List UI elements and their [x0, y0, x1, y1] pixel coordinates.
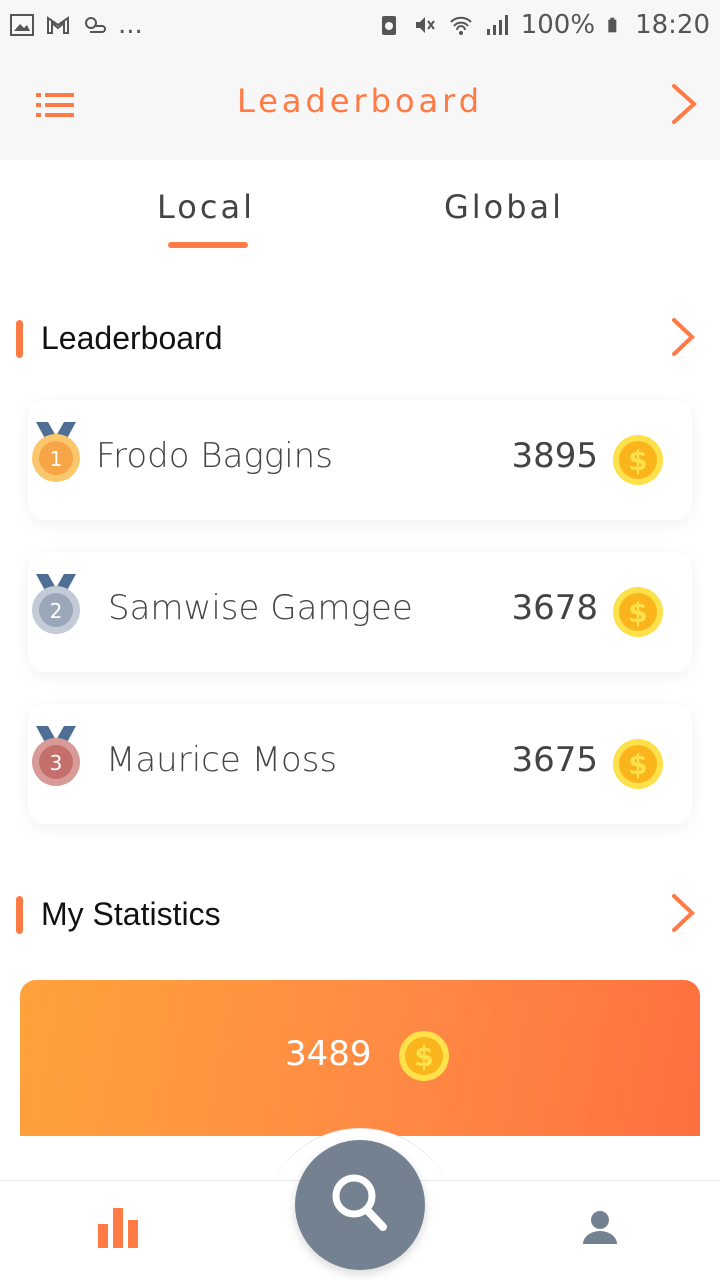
medal-rank: 1: [50, 447, 63, 471]
leaderboard-entry[interactable]: 2 Samwise Gamgee 3678 $: [28, 552, 692, 672]
medal-rank: 3: [50, 751, 63, 775]
gmail-notification-icon: [47, 16, 69, 34]
section-accent-bar: [16, 896, 23, 934]
coin-icon: $: [613, 587, 663, 637]
statistics-section-title: My Statistics: [41, 896, 221, 932]
svg-text:$: $: [628, 444, 647, 477]
more-notifications: ...: [118, 10, 143, 40]
weather-notification-icon: [85, 17, 106, 33]
tab-bar: Local Global: [0, 160, 720, 260]
player-score: 3895: [511, 436, 598, 476]
battery-percent: 100%: [520, 10, 596, 40]
search-button[interactable]: [295, 1140, 425, 1270]
statistics-section-header[interactable]: My Statistics: [0, 892, 720, 942]
wifi-icon: [450, 16, 472, 35]
bronze-medal-icon: 3: [32, 726, 80, 786]
leaderboard-entry[interactable]: 1 Frodo Baggins 3895 $: [28, 400, 692, 520]
chevron-right-icon[interactable]: [670, 316, 698, 358]
stats-icon[interactable]: [98, 1206, 142, 1248]
battery-icon: [608, 17, 617, 33]
clock: 18:20: [635, 10, 710, 40]
player-name: Frodo Baggins: [96, 436, 333, 476]
coin-balance-banner: 3489 $: [20, 980, 700, 1136]
active-tab-indicator: [168, 242, 248, 248]
player-name: Maurice Moss: [106, 740, 338, 780]
coin-icon: $: [399, 1031, 449, 1081]
tab-local[interactable]: Local: [106, 188, 306, 226]
gold-medal-icon: 1: [32, 422, 80, 482]
mute-icon: [415, 17, 435, 33]
medal-rank: 2: [50, 599, 63, 623]
signal-icon: [486, 15, 508, 35]
status-left: ...: [10, 10, 143, 40]
profile-icon[interactable]: [582, 1210, 618, 1246]
player-name: Samwise Gamgee: [108, 588, 413, 628]
silver-medal-icon: 2: [32, 574, 80, 634]
leaderboard-section-title: Leaderboard: [41, 320, 223, 356]
coin-balance: 3489: [285, 1034, 372, 1074]
section-accent-bar: [16, 320, 23, 358]
coin-icon: $: [613, 435, 663, 485]
search-icon: [332, 1174, 387, 1231]
tab-global[interactable]: Global: [404, 188, 604, 226]
svg-text:$: $: [628, 596, 647, 629]
player-score: 3678: [511, 588, 598, 628]
coin-icon: $: [613, 739, 663, 789]
status-bar: ... 100% 18:20: [0, 0, 720, 50]
leaderboard-section-header[interactable]: Leaderboard: [0, 316, 720, 366]
page-title: Leaderboard: [236, 82, 484, 120]
app-bar: Leaderboard: [0, 50, 720, 160]
status-right: 100% 18:20: [377, 10, 710, 40]
image-notification-icon: [10, 14, 34, 36]
battery-saver-icon: [381, 16, 396, 35]
chevron-right-icon[interactable]: [668, 82, 700, 126]
chevron-right-icon[interactable]: [670, 892, 698, 934]
svg-text:$: $: [628, 748, 647, 781]
player-score: 3675: [511, 740, 598, 780]
svg-text:$: $: [414, 1040, 433, 1073]
leaderboard-entry[interactable]: 3 Maurice Moss 3675 $: [28, 704, 692, 824]
